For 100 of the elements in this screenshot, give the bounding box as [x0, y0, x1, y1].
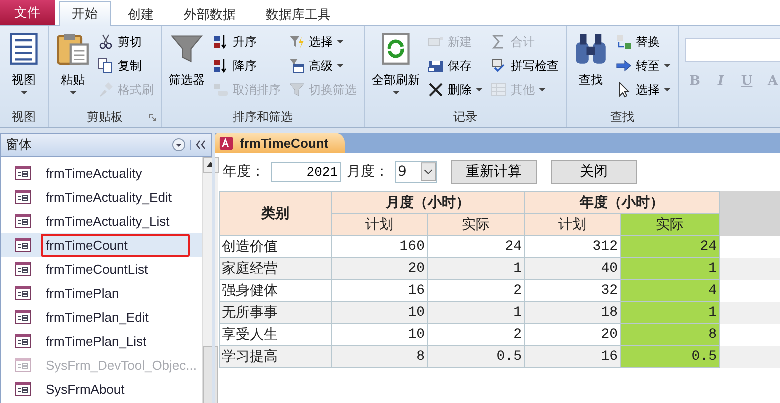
document-tab[interactable]: frmTimeCount [215, 133, 345, 153]
ribbon-button[interactable]: 视图 [4, 30, 44, 104]
ribbon-button[interactable]: 高级 [286, 55, 360, 77]
grid-icon [491, 82, 507, 98]
ribbon-button[interactable]: 选择 [286, 31, 360, 53]
column-group-header: 年度（小时） [525, 191, 720, 214]
scissors-icon [98, 34, 114, 50]
document-tab-label: frmTimeCount [240, 136, 329, 150]
nav-item-label: frmTimePlan_List [45, 332, 148, 351]
caret-icon [20, 91, 28, 96]
table-cell: 8 [332, 346, 428, 368]
month-dropdown[interactable]: 9 [395, 161, 437, 183]
ribbon-button[interactable]: 全部刷新 [369, 30, 423, 104]
ribbon-tab[interactable]: 创建 [115, 2, 167, 26]
nav-item[interactable]: frmTimeActuality [1, 161, 202, 185]
nav-item[interactable]: frmTimeCount [1, 233, 202, 257]
year-label: 年度： [223, 163, 265, 181]
nav-item[interactable]: frmTimeCountList [1, 257, 202, 281]
dropdown-icon[interactable] [172, 138, 186, 152]
spell-check-icon [491, 58, 507, 74]
nav-item[interactable]: frmTimeActuality_Edit [1, 185, 202, 209]
dialog-launcher-icon[interactable] [149, 114, 157, 122]
nav-item-label: frmTimeActuality_List [45, 212, 171, 231]
table-cell: 1 [621, 302, 720, 324]
ribbon-button[interactable]: 转至 [613, 55, 674, 77]
column-header: 实际 [428, 214, 525, 236]
ribbon-button[interactable]: 复制 [95, 55, 157, 77]
replace-icon [616, 34, 632, 50]
table-cell: 学习提高 [220, 346, 332, 368]
nav-item-label: SysFrm_DevTool_Objec... [45, 356, 198, 375]
ribbon-button[interactable]: 粘贴 [53, 30, 93, 104]
header-background [720, 191, 780, 236]
sort-ascending-icon [213, 34, 229, 50]
binoculars-icon [574, 32, 608, 66]
group-label: 剪贴板 [87, 109, 123, 126]
nav-item-label: frmTimeActuality [45, 164, 144, 183]
form-view-icon [7, 32, 41, 66]
eraser-icon [213, 82, 229, 98]
ribbon-button[interactable]: 升序 [210, 31, 284, 53]
ribbon-tab[interactable]: 外部数据 [171, 2, 249, 26]
pane-title: 窗体 [6, 137, 33, 154]
ribbon-tab[interactable]: 开始 [59, 1, 111, 26]
column-group-header: 月度（小时） [332, 191, 525, 214]
brush-icon [98, 82, 114, 98]
group-label: 记录 [454, 109, 478, 126]
nav-item-label: frmTimePlan [45, 284, 120, 302]
nav-item[interactable]: frmTimePlan_Edit [1, 305, 202, 329]
ribbon-button[interactable]: 降序 [210, 55, 284, 77]
nav-item[interactable]: frmTimePlan_List [1, 329, 202, 353]
year-field[interactable]: 2021 [271, 162, 341, 182]
month-label: 月度： [347, 163, 389, 181]
arrow-right-icon [616, 58, 632, 74]
table-cell: 0.5 [621, 346, 720, 368]
ribbon-button[interactable]: 拼写检查 [488, 55, 562, 77]
caret-icon [337, 64, 344, 68]
caret-icon [476, 88, 483, 92]
nav-item-label: frmTimeCount [41, 234, 190, 256]
caret-icon [664, 64, 671, 68]
caret-icon [664, 88, 671, 92]
nav-item[interactable]: frmTimePlan [1, 281, 202, 305]
column-header: 计划 [525, 214, 621, 236]
nav-item[interactable]: SysFrmAbout [1, 377, 202, 401]
column-header: 实际 [621, 214, 720, 236]
ribbon-button[interactable]: 保存 [425, 55, 486, 77]
table-cell: 家庭经营 [220, 258, 332, 280]
caret-icon [392, 91, 400, 96]
ribbon-button[interactable]: 筛选器 [166, 30, 208, 104]
table-cell: 0.5 [428, 346, 525, 368]
group-label: 视图 [12, 109, 36, 126]
nav-item-label: SysFrmAbout [45, 380, 126, 399]
close-button[interactable]: 关闭 [551, 160, 637, 184]
column-header: 类别 [220, 191, 332, 236]
table-cell: 无所事事 [220, 302, 332, 324]
ribbon-button[interactable]: 剪切 [95, 31, 157, 53]
nav-item[interactable]: frmTimeActuality_List [1, 209, 202, 233]
ribbon-tab[interactable]: 数据库工具 [253, 2, 344, 26]
group-label: 查找 [610, 109, 634, 126]
clipboard-icon [56, 32, 90, 66]
table-cell: 4 [621, 280, 720, 302]
table-cell: 1 [621, 258, 720, 280]
caret-icon [337, 40, 344, 44]
font-field[interactable] [685, 38, 780, 62]
filter-window-icon [289, 58, 305, 74]
table-cell: 24 [621, 236, 720, 258]
nav-item-label: frmTimePlan_Edit [45, 308, 150, 327]
filter-lightning-icon [289, 34, 305, 50]
ribbon-button[interactable]: 替换 [613, 31, 674, 53]
ribbon-button[interactable]: 选择 [613, 79, 674, 101]
recalculate-button[interactable]: 重新计算 [451, 160, 537, 184]
nav-item-label: frmTimeActuality_Edit [45, 188, 173, 207]
sort-descending-icon [213, 58, 229, 74]
ribbon-button[interactable]: 删除 [425, 79, 486, 101]
ribbon-button[interactable]: 查找 [571, 30, 611, 104]
table-cell: 创造价值 [220, 236, 332, 258]
file-tab[interactable]: 文件 [0, 0, 55, 25]
group-label: 排序和筛选 [233, 109, 293, 126]
copy-icon [98, 58, 114, 74]
table-cell: 8 [621, 324, 720, 346]
nav-item-label: frmTimeCountList [45, 260, 150, 278]
delete-icon [428, 82, 444, 98]
